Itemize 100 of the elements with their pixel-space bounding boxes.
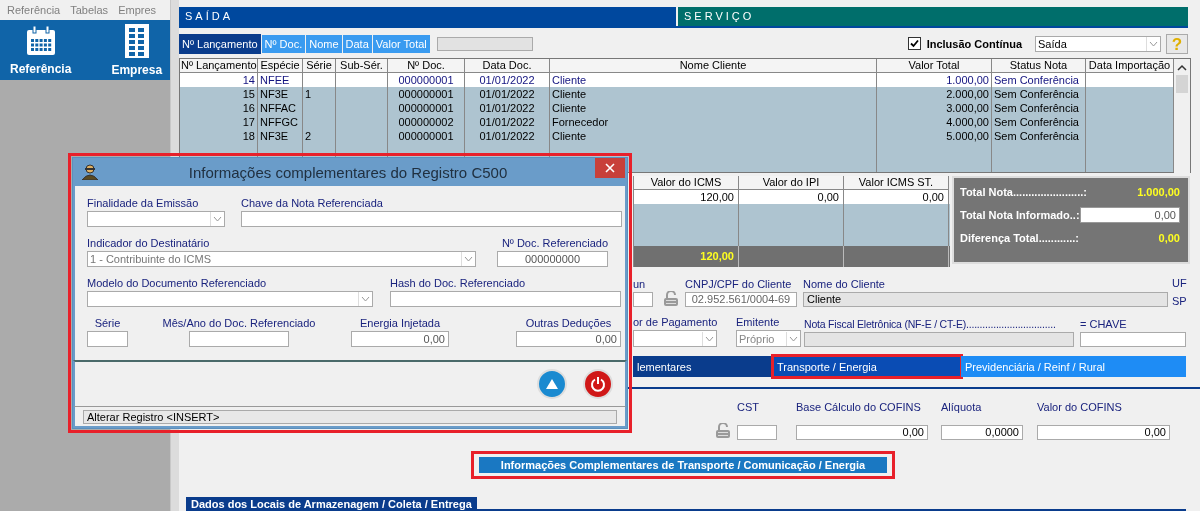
chevron-down-icon — [1149, 40, 1158, 47]
up-button[interactable] — [537, 369, 567, 399]
table-cell: 2.000,00 — [946, 88, 989, 100]
dropdown[interactable] — [87, 291, 373, 307]
dropdown[interactable] — [633, 330, 717, 347]
table-cell: 16 — [242, 102, 255, 114]
lock-icon — [713, 423, 733, 439]
input-field[interactable] — [87, 331, 128, 347]
dialog-title: Informações complementares do Registro C500 — [187, 163, 509, 181]
input-field[interactable] — [633, 292, 653, 307]
tab[interactable]: lementares — [633, 356, 773, 377]
table-row[interactable]: 17 NFFGC 000000002 01/01/2022 Fornecedor 4.000,00 Sem Conferência — [180, 115, 1174, 129]
input-field[interactable]: 02.952.561/0004-69 — [685, 292, 797, 307]
chevron-down-icon — [789, 335, 798, 342]
scrollbar[interactable] — [1174, 59, 1190, 173]
chevron-up-icon — [1177, 64, 1187, 71]
info-button[interactable]: Informações Complementares de Transporte / Comunicação / Energia — [479, 457, 887, 473]
chevron-down-icon — [213, 216, 222, 222]
field-label: Base Cálculo do COFINS — [796, 401, 922, 413]
table-cell: 5.000,00 — [946, 130, 989, 142]
section-tab[interactable]: SAÍDA — [179, 7, 676, 26]
input-field[interactable] — [1080, 332, 1186, 347]
table-cell: NFEE — [260, 74, 290, 86]
table-row[interactable]: 18 NF3E 2 000000001 01/01/2022 Cliente 5.000,00 Sem Conferência — [180, 129, 1174, 143]
input-field[interactable]: 000000000 — [497, 251, 608, 267]
input-field[interactable]: 0,00 — [516, 331, 621, 347]
field-label: Modelo do Documento Referenciado — [87, 277, 267, 289]
input-field[interactable] — [390, 291, 621, 307]
field-label: Chave da Nota Referenciada — [241, 197, 383, 209]
input-field[interactable] — [189, 331, 289, 347]
table-row[interactable]: 14 NFEE 000000001 01/01/2022 Cliente 1.000,00 Sem Conferência — [180, 73, 1174, 87]
field-value: SP — [1172, 295, 1187, 307]
toolbar-button[interactable]: Referência — [10, 24, 72, 76]
table-cell: Sem Conferência — [994, 74, 1079, 86]
table-cell: 0,00 — [922, 191, 944, 203]
table-cell: 000000001 — [398, 88, 454, 100]
field-label: Mês/Ano do Doc. Referenciado — [162, 317, 316, 329]
input-field[interactable]: Cliente — [803, 292, 1168, 307]
search-field[interactable] — [436, 36, 533, 51]
table-cell: 1.000,00 — [946, 74, 989, 86]
type-select[interactable]: Saída — [1035, 35, 1161, 52]
menu-item[interactable]: Tabelas — [70, 4, 109, 16]
field-label: CNPJ/CPF do Cliente — [685, 278, 793, 290]
field-label: Nome do Cliente — [803, 278, 886, 290]
tab[interactable]: Transporte / Energia — [773, 356, 961, 377]
menu-item[interactable]: Empres — [118, 4, 157, 16]
input-field[interactable] — [737, 425, 777, 440]
scrollbar-thumb[interactable] — [1176, 75, 1188, 93]
field-label: Energia Injetada — [359, 317, 441, 329]
input-field[interactable]: 0,00 — [796, 425, 928, 440]
chevron-down-icon — [464, 256, 473, 262]
section-tab[interactable]: SERVIÇO — [678, 7, 1188, 26]
table-cell: 01/01/2022 — [479, 130, 535, 142]
sort-button[interactable]: Nº Lançamento — [179, 33, 261, 54]
total-input[interactable]: 0,00 — [1079, 207, 1180, 223]
input-field[interactable] — [804, 332, 1074, 347]
total-label: Total Nota.......................: — [960, 186, 1087, 198]
total-label: Diferença Total............: — [960, 232, 1079, 244]
field-label: Indicador do Destinatário — [87, 237, 210, 249]
menu-item[interactable]: Referência — [7, 4, 61, 16]
calendar-icon — [24, 24, 57, 57]
table-cell: Cliente — [552, 88, 587, 100]
input-field[interactable] — [241, 211, 622, 227]
field-label: un — [633, 278, 647, 290]
dropdown[interactable]: 1 - Contribuinte do ICMS — [87, 251, 476, 267]
input-field[interactable]: 0,00 — [351, 331, 449, 347]
input-field[interactable]: 0,0000 — [941, 425, 1023, 440]
building-icon — [124, 23, 149, 58]
table-cell: NFFAC — [260, 102, 297, 114]
input-field[interactable]: 0,00 — [1037, 425, 1170, 440]
table-cell: 0,00 — [817, 191, 839, 203]
table-cell: 01/01/2022 — [479, 88, 535, 100]
table-cell: NFFGC — [260, 116, 298, 128]
table-cell: 18 — [242, 130, 255, 142]
field-label: or de Pagamento — [633, 316, 717, 328]
table-cell: Fornecedor — [552, 116, 609, 128]
table-cell: 14 — [242, 74, 255, 86]
field-label: Valor do COFINS — [1037, 401, 1123, 413]
dropdown[interactable]: Próprio — [736, 330, 801, 347]
field-label: Outras Deduções — [525, 317, 612, 329]
table-cell: 000000001 — [398, 130, 454, 142]
table-cell: 01/01/2022 — [479, 116, 535, 128]
table-cell: NF3E — [260, 88, 289, 100]
table-row[interactable]: 15 NF3E 1 000000001 01/01/2022 Cliente 2.000,00 Sem Conferência — [180, 87, 1174, 101]
triangle-up-icon — [545, 378, 559, 390]
field-label: UF — [1172, 277, 1187, 289]
table-row[interactable]: 16 NFFAC 000000001 01/01/2022 Cliente 3.000,00 Sem Conferência — [180, 101, 1174, 115]
field-label: Série — [94, 317, 121, 329]
close-button[interactable] — [595, 158, 625, 178]
power-button[interactable] — [583, 369, 613, 399]
checkbox-label: Inclusão Contínua — [926, 37, 1022, 50]
toolbar-button[interactable]: Empresa — [111, 23, 163, 77]
column-header: Valor do IPI — [739, 176, 844, 190]
total-value: 120,00 — [700, 250, 734, 262]
total-value: 1.000,00 — [1137, 186, 1180, 198]
table-cell: 01/01/2022 — [479, 74, 535, 86]
checkbox[interactable] — [907, 37, 921, 50]
field-label: Emitente — [736, 316, 781, 328]
total-value: 0,00 — [1158, 232, 1180, 244]
dropdown[interactable] — [87, 211, 225, 227]
